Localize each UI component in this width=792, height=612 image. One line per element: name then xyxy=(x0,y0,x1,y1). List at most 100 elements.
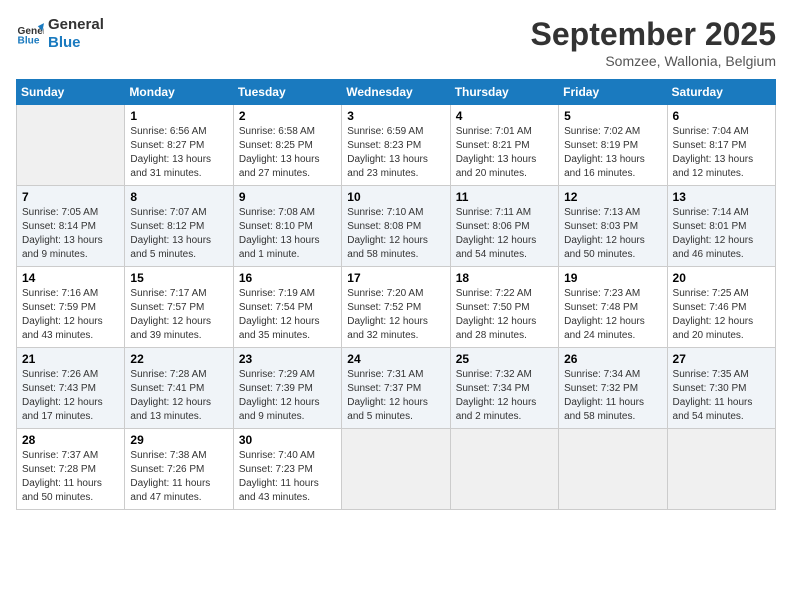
weekday-header: Thursday xyxy=(450,80,558,105)
calendar-cell: 12Sunrise: 7:13 AMSunset: 8:03 PMDayligh… xyxy=(559,186,667,267)
calendar-cell: 23Sunrise: 7:29 AMSunset: 7:39 PMDayligh… xyxy=(233,348,341,429)
calendar-cell: 20 Sunrise: 7:25 AMSunset: 7:46 PMDayligh… xyxy=(667,267,775,348)
day-info: Sunrise: 7:38 AMSunset: 7:26 PMDaylight:… xyxy=(130,449,227,505)
day-number: 6 xyxy=(673,109,770,123)
day-number: 10 xyxy=(347,190,444,204)
day-info: Sunrise: 7:14 AMSunset: 8:01 PMDaylight:… xyxy=(673,206,770,262)
day-number: 7 xyxy=(22,190,119,204)
day-info: Sunrise: 7:20 AMSunset: 7:52 PMDaylight:… xyxy=(347,287,444,343)
day-number: 24 xyxy=(347,352,444,366)
title-block: September 2025 Somzee, Wallonia, Belgium xyxy=(531,16,776,69)
day-info: Sunrise: 7:08 AMSunset: 8:10 PMDaylight:… xyxy=(239,206,336,262)
day-number: 2 xyxy=(239,109,336,123)
calendar-cell: 16Sunrise: 7:19 AMSunset: 7:54 PMDayligh… xyxy=(233,267,341,348)
weekday-header: Monday xyxy=(125,80,233,105)
calendar-cell: 28 Sunrise: 7:37 AMSunset: 7:28 PMDayligh… xyxy=(17,429,125,510)
day-number: 11 xyxy=(456,190,553,204)
calendar-week-row: 14Sunrise: 7:16 AMSunset: 7:59 PMDayligh… xyxy=(17,267,776,348)
day-number: 20 xyxy=(673,271,770,285)
day-info: Sunrise: 7:10 AMSunset: 8:08 PMDaylight:… xyxy=(347,206,444,262)
day-info: Sunrise: 7:02 AMSunset: 8:19 PMDaylight:… xyxy=(564,125,661,181)
calendar-cell: 26 Sunrise: 7:34 AMSunset: 7:32 PMDayligh… xyxy=(559,348,667,429)
day-number: 17 xyxy=(347,271,444,285)
calendar-cell: 22 Sunrise: 7:28 AMSunset: 7:41 PMDayligh… xyxy=(125,348,233,429)
calendar-cell xyxy=(559,429,667,510)
day-number: 28 xyxy=(22,433,119,447)
calendar-cell xyxy=(342,429,450,510)
calendar-cell: 9 Sunrise: 7:08 AMSunset: 8:10 PMDaylight… xyxy=(233,186,341,267)
day-number: 26 xyxy=(564,352,661,366)
day-info: Sunrise: 7:26 AMSunset: 7:43 PMDaylight:… xyxy=(22,368,119,424)
calendar-cell: 7 Sunrise: 7:05 AMSunset: 8:14 PMDaylight… xyxy=(17,186,125,267)
day-info: Sunrise: 6:56 AMSunset: 8:27 PMDaylight:… xyxy=(130,125,227,181)
day-number: 9 xyxy=(239,190,336,204)
day-number: 27 xyxy=(673,352,770,366)
header-row: SundayMondayTuesdayWednesdayThursdayFrid… xyxy=(17,80,776,105)
weekday-header: Saturday xyxy=(667,80,775,105)
day-info: Sunrise: 7:07 AMSunset: 8:12 PMDaylight:… xyxy=(130,206,227,262)
day-info: Sunrise: 7:35 AMSunset: 7:30 PMDaylight:… xyxy=(673,368,770,424)
day-number: 3 xyxy=(347,109,444,123)
calendar-cell: 6 Sunrise: 7:04 AMSunset: 8:17 PMDaylight… xyxy=(667,105,775,186)
day-number: 13 xyxy=(673,190,770,204)
day-info: Sunrise: 6:59 AMSunset: 8:23 PMDaylight:… xyxy=(347,125,444,181)
calendar-cell: 4Sunrise: 7:01 AMSunset: 8:21 PMDaylight… xyxy=(450,105,558,186)
calendar-header: SundayMondayTuesdayWednesdayThursdayFrid… xyxy=(17,80,776,105)
day-info: Sunrise: 7:11 AMSunset: 8:06 PMDaylight:… xyxy=(456,206,553,262)
calendar-cell: 27 Sunrise: 7:35 AMSunset: 7:30 PMDayligh… xyxy=(667,348,775,429)
day-info: Sunrise: 7:34 AMSunset: 7:32 PMDaylight:… xyxy=(564,368,661,424)
day-number: 22 xyxy=(130,352,227,366)
day-info: Sunrise: 7:31 AMSunset: 7:37 PMDaylight:… xyxy=(347,368,444,424)
day-info: Sunrise: 7:40 AMSunset: 7:23 PMDaylight:… xyxy=(239,449,336,505)
day-number: 8 xyxy=(130,190,227,204)
day-info: Sunrise: 7:37 AMSunset: 7:28 PMDaylight:… xyxy=(22,449,119,505)
calendar-cell: 14Sunrise: 7:16 AMSunset: 7:59 PMDayligh… xyxy=(17,267,125,348)
page-header: General Blue General Blue September 2025… xyxy=(16,16,776,69)
calendar-table: SundayMondayTuesdayWednesdayThursdayFrid… xyxy=(16,79,776,510)
calendar-body: 1 Sunrise: 6:56 AMSunset: 8:27 PMDaylight… xyxy=(17,105,776,510)
calendar-cell: 3 Sunrise: 6:59 AMSunset: 8:23 PMDaylight… xyxy=(342,105,450,186)
calendar-week-row: 1 Sunrise: 6:56 AMSunset: 8:27 PMDaylight… xyxy=(17,105,776,186)
day-number: 25 xyxy=(456,352,553,366)
day-number: 30 xyxy=(239,433,336,447)
calendar-cell: 1 Sunrise: 6:56 AMSunset: 8:27 PMDaylight… xyxy=(125,105,233,186)
calendar-cell: 8 Sunrise: 7:07 AMSunset: 8:12 PMDaylight… xyxy=(125,186,233,267)
day-info: Sunrise: 7:17 AMSunset: 7:57 PMDaylight:… xyxy=(130,287,227,343)
calendar-cell xyxy=(17,105,125,186)
location: Somzee, Wallonia, Belgium xyxy=(531,53,776,69)
calendar-cell: 15 Sunrise: 7:17 AMSunset: 7:57 PMDayligh… xyxy=(125,267,233,348)
day-info: Sunrise: 7:25 AMSunset: 7:46 PMDaylight:… xyxy=(673,287,770,343)
weekday-header: Friday xyxy=(559,80,667,105)
calendar-cell: 21 Sunrise: 7:26 AMSunset: 7:43 PMDayligh… xyxy=(17,348,125,429)
calendar-cell: 2Sunrise: 6:58 AMSunset: 8:25 PMDaylight… xyxy=(233,105,341,186)
calendar-cell: 30 Sunrise: 7:40 AMSunset: 7:23 PMDayligh… xyxy=(233,429,341,510)
calendar-cell xyxy=(450,429,558,510)
weekday-header: Sunday xyxy=(17,80,125,105)
calendar-cell: 29 Sunrise: 7:38 AMSunset: 7:26 PMDayligh… xyxy=(125,429,233,510)
day-number: 1 xyxy=(130,109,227,123)
day-number: 21 xyxy=(22,352,119,366)
month-title: September 2025 xyxy=(531,16,776,53)
calendar-week-row: 28 Sunrise: 7:37 AMSunset: 7:28 PMDayligh… xyxy=(17,429,776,510)
weekday-header: Tuesday xyxy=(233,80,341,105)
calendar-cell: 5Sunrise: 7:02 AMSunset: 8:19 PMDaylight… xyxy=(559,105,667,186)
day-number: 15 xyxy=(130,271,227,285)
day-number: 16 xyxy=(239,271,336,285)
calendar-cell: 10 Sunrise: 7:10 AMSunset: 8:08 PMDayligh… xyxy=(342,186,450,267)
calendar-cell: 24 Sunrise: 7:31 AMSunset: 7:37 PMDayligh… xyxy=(342,348,450,429)
day-info: Sunrise: 7:23 AMSunset: 7:48 PMDaylight:… xyxy=(564,287,661,343)
day-info: Sunrise: 7:22 AMSunset: 7:50 PMDaylight:… xyxy=(456,287,553,343)
calendar-week-row: 21 Sunrise: 7:26 AMSunset: 7:43 PMDayligh… xyxy=(17,348,776,429)
day-info: Sunrise: 7:04 AMSunset: 8:17 PMDaylight:… xyxy=(673,125,770,181)
svg-text:Blue: Blue xyxy=(18,35,40,46)
day-number: 18 xyxy=(456,271,553,285)
day-info: Sunrise: 7:16 AMSunset: 7:59 PMDaylight:… xyxy=(22,287,119,343)
calendar-week-row: 7 Sunrise: 7:05 AMSunset: 8:14 PMDaylight… xyxy=(17,186,776,267)
calendar-cell: 11 Sunrise: 7:11 AMSunset: 8:06 PMDayligh… xyxy=(450,186,558,267)
day-number: 19 xyxy=(564,271,661,285)
day-number: 29 xyxy=(130,433,227,447)
weekday-header: Wednesday xyxy=(342,80,450,105)
day-info: Sunrise: 7:05 AMSunset: 8:14 PMDaylight:… xyxy=(22,206,119,262)
calendar-cell: 13 Sunrise: 7:14 AMSunset: 8:01 PMDayligh… xyxy=(667,186,775,267)
day-info: Sunrise: 7:28 AMSunset: 7:41 PMDaylight:… xyxy=(130,368,227,424)
